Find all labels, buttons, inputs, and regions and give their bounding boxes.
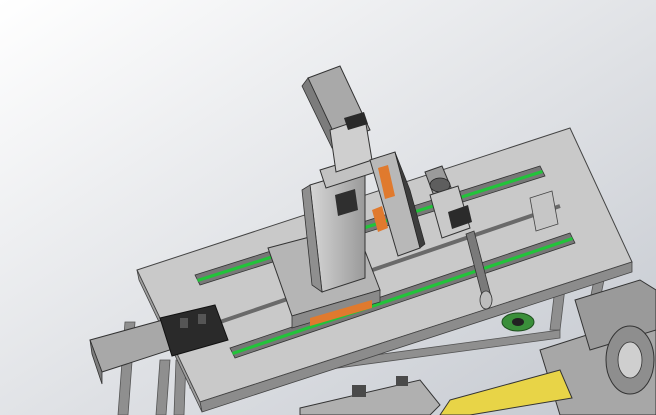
- cad-viewport[interactable]: [0, 0, 656, 415]
- cad-model-scene[interactable]: [0, 0, 656, 415]
- green-roller: [501, 312, 535, 332]
